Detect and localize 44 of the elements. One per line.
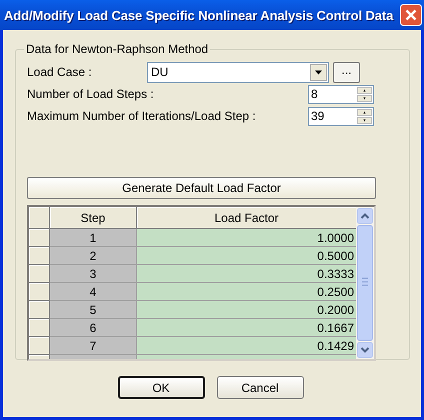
row-header[interactable]	[29, 265, 50, 283]
close-icon[interactable]	[400, 4, 422, 26]
field-label: Number of Load Steps :	[27, 87, 154, 101]
table-cell: 0.5000	[137, 247, 356, 265]
table-cell: 6	[50, 319, 137, 337]
window-title: Add/Modify Load Case Specific Nonlinear Analysis Control Data	[4, 8, 394, 22]
spin-down-icon[interactable]	[357, 94, 372, 102]
generate-button[interactable]: Generate Default Load Factor	[27, 177, 376, 199]
spin-up-icon[interactable]	[357, 108, 372, 116]
table-cell: 1	[50, 229, 137, 247]
field-label: Load Case :	[27, 65, 92, 79]
spin-field[interactable]: 39	[308, 106, 374, 126]
row-header[interactable]	[29, 301, 50, 319]
row-header[interactable]	[29, 337, 50, 355]
column-header[interactable]: Load Factor	[137, 207, 356, 229]
spin-field[interactable]: 8	[308, 84, 374, 104]
table-cell: 0.2000	[137, 301, 356, 319]
scroll-down-icon[interactable]	[357, 342, 373, 358]
table-cell: 1.0000	[137, 229, 356, 247]
row-header[interactable]	[29, 319, 50, 337]
table-cell: 3	[50, 265, 137, 283]
spin-up-icon[interactable]	[357, 86, 372, 94]
table-cell: 0.2500	[137, 283, 356, 301]
row-header[interactable]	[29, 283, 50, 301]
table-cell: 0.1429	[137, 337, 356, 355]
scroll-up-icon[interactable]	[357, 208, 373, 224]
load-case-dropdown[interactable]: DU	[147, 62, 329, 82]
spin-down-icon[interactable]	[357, 116, 372, 124]
field-label: Maximum Number of Iterations/Load Step :	[27, 109, 256, 123]
table-cell: 5	[50, 301, 137, 319]
column-header[interactable]: Step	[50, 207, 137, 229]
group-title: Data for Newton-Raphson Method	[25, 42, 210, 56]
row-header[interactable]	[29, 247, 50, 265]
browse-button[interactable]: ...	[333, 62, 360, 82]
table-cell: 0.1667	[137, 319, 356, 337]
row-header[interactable]	[29, 229, 50, 247]
table-cell: 7	[50, 337, 137, 355]
cancel-button[interactable]: Cancel	[216, 376, 304, 399]
table-cell: 2	[50, 247, 137, 265]
scroll-thumb-icon[interactable]	[357, 225, 373, 341]
table-cell: 0.3333	[137, 265, 356, 283]
table-cell: 4	[50, 283, 137, 301]
ok-button[interactable]: OK	[118, 376, 204, 399]
vertical-scrollbar[interactable]	[356, 207, 374, 359]
